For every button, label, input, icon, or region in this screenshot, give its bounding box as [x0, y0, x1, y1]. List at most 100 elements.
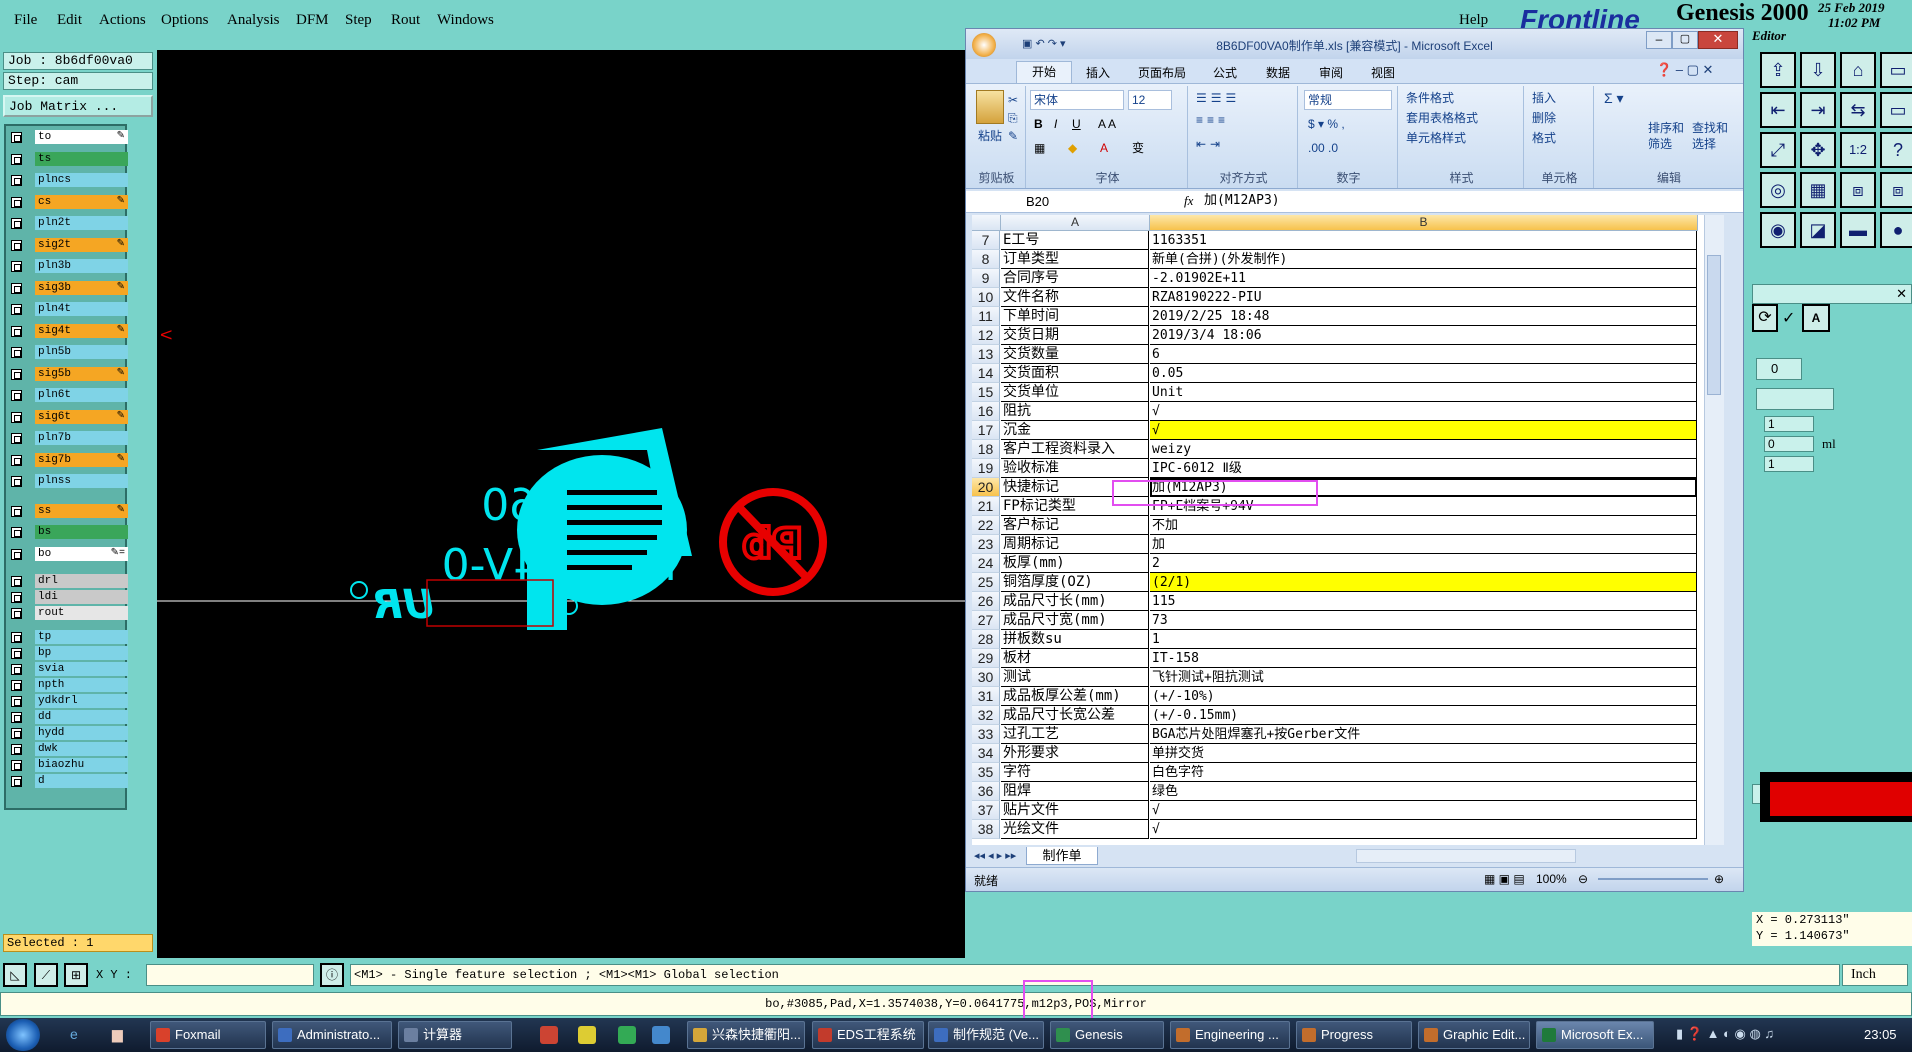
- cell-value[interactable]: 1: [1150, 630, 1697, 649]
- refresh-icon[interactable]: ⟳: [1752, 304, 1778, 332]
- quicklaunch-icon[interactable]: [540, 1026, 558, 1044]
- layer-row-sig5b[interactable]: sig5b ✎: [9, 366, 128, 382]
- taskbar-item[interactable]: Foxmail: [150, 1021, 266, 1049]
- tool-icon[interactable]: ⧈: [1880, 172, 1912, 208]
- layer-row-pln7b[interactable]: pln7b: [9, 430, 128, 446]
- layer-name[interactable]: drl: [35, 574, 128, 588]
- cell-value[interactable]: 加: [1150, 535, 1697, 554]
- layer-checkbox[interactable]: [11, 304, 22, 315]
- cell-value[interactable]: -2.01902E+11: [1150, 269, 1697, 288]
- horizontal-scrollbar[interactable]: [1356, 849, 1576, 863]
- layer-row-svia[interactable]: svia: [9, 661, 128, 677]
- param-field-2[interactable]: 0: [1764, 436, 1814, 452]
- cell-value[interactable]: 0.05: [1150, 364, 1697, 383]
- layer-checkbox[interactable]: [11, 664, 22, 675]
- row-number[interactable]: 14: [972, 364, 1000, 383]
- quicklaunch-icon[interactable]: [618, 1026, 636, 1044]
- row-number[interactable]: 31: [972, 687, 1000, 706]
- layer-name[interactable]: pln5b: [35, 345, 128, 359]
- autosum-icon[interactable]: Σ ▾: [1604, 90, 1624, 106]
- layer-name[interactable]: d: [35, 774, 128, 788]
- tool-icon[interactable]: ⇤: [1760, 92, 1796, 128]
- taskbar-item[interactable]: Engineering ...: [1170, 1021, 1290, 1049]
- phonetic-icon[interactable]: 变: [1132, 140, 1144, 156]
- paste-label[interactable]: 粘贴: [978, 128, 1002, 144]
- row-number[interactable]: 13: [972, 345, 1000, 364]
- layer-name[interactable]: sig3b ✎: [35, 280, 128, 295]
- layer-row-pln3b[interactable]: pln3b: [9, 258, 128, 274]
- cell-value[interactable]: 单拼交货: [1150, 744, 1697, 763]
- layer-row-bp[interactable]: bp: [9, 645, 128, 661]
- cell-value[interactable]: 115: [1150, 592, 1697, 611]
- tab-view[interactable]: 视图: [1371, 64, 1395, 81]
- menu-dfm[interactable]: DFM: [296, 12, 329, 29]
- font-size-select[interactable]: 12: [1128, 90, 1172, 110]
- row-number[interactable]: 22: [972, 516, 1000, 535]
- border-icon[interactable]: ▦: [1034, 140, 1045, 156]
- tab-insert[interactable]: 插入: [1086, 64, 1110, 81]
- param-field-3[interactable]: 1: [1764, 456, 1814, 472]
- layer-checkbox[interactable]: [11, 347, 22, 358]
- cell-value[interactable]: 2019/3/4 18:06: [1150, 326, 1697, 345]
- menu-actions[interactable]: Actions: [99, 12, 146, 29]
- row-number[interactable]: 16: [972, 402, 1000, 421]
- layer-row-dwk[interactable]: dwk: [9, 741, 128, 757]
- find-select-button[interactable]: 查找和 选择: [1692, 120, 1728, 152]
- cell-label[interactable]: 贴片文件: [1001, 801, 1149, 820]
- cell-label[interactable]: 过孔工艺: [1001, 725, 1149, 744]
- column-header-a[interactable]: A: [1001, 215, 1150, 231]
- cell-label[interactable]: 客户标记: [1001, 516, 1149, 535]
- layer-checkbox[interactable]: [11, 153, 22, 165]
- layer-checkbox[interactable]: [11, 175, 22, 186]
- taskbar-item[interactable]: Administrato...: [272, 1021, 392, 1049]
- layer-checkbox[interactable]: [11, 433, 22, 444]
- layer-checkbox[interactable]: [11, 696, 22, 707]
- layer-name[interactable]: bs: [35, 525, 128, 539]
- taskbar-item[interactable]: Microsoft Ex...: [1536, 1021, 1654, 1049]
- column-header-b[interactable]: B: [1150, 215, 1698, 231]
- start-button[interactable]: [6, 1019, 40, 1051]
- layer-checkbox[interactable]: [11, 632, 22, 643]
- layer-name[interactable]: plncs: [35, 173, 128, 187]
- layer-checkbox[interactable]: [11, 476, 22, 487]
- cell-label[interactable]: 阻抗: [1001, 402, 1149, 421]
- layer-name[interactable]: sig5b ✎: [35, 366, 128, 381]
- insert-button[interactable]: 插入: [1532, 90, 1556, 106]
- layer-row-d[interactable]: d: [9, 773, 128, 789]
- xy-input[interactable]: [146, 964, 314, 986]
- layer-name[interactable]: sig2t ✎: [35, 237, 128, 252]
- help-icon[interactable]: ❓ – ▢ ✕: [1656, 62, 1713, 78]
- corner-header[interactable]: [972, 215, 1001, 231]
- row-number[interactable]: 34: [972, 744, 1000, 763]
- snap-icon[interactable]: ◺: [3, 963, 27, 987]
- row-number[interactable]: 21: [972, 497, 1000, 516]
- layer-row-pln6t[interactable]: pln6t: [9, 387, 128, 403]
- cell-label[interactable]: 成品尺寸长(mm): [1001, 592, 1149, 611]
- cell-value[interactable]: IPC-6012 Ⅱ级: [1150, 459, 1697, 478]
- cell-label[interactable]: 交货日期: [1001, 326, 1149, 345]
- format-painter-icon[interactable]: ✎: [1008, 128, 1018, 144]
- layer-checkbox[interactable]: [11, 680, 22, 691]
- cell-label[interactable]: 下单时间: [1001, 307, 1149, 326]
- cell-label[interactable]: 客户工程资料录入: [1001, 440, 1149, 459]
- graphic-canvas[interactable]: E204460 M12 94V-0 B V UR Pb: [157, 50, 965, 958]
- layer-row-sig4t[interactable]: sig4t ✎: [9, 323, 128, 339]
- view-icons[interactable]: ▦ ▣ ▤: [1484, 872, 1525, 886]
- cell-value[interactable]: (+/-0.15mm): [1150, 706, 1697, 725]
- row-number[interactable]: 37: [972, 801, 1000, 820]
- tool-icon[interactable]: ▦: [1800, 172, 1836, 208]
- tool-icon[interactable]: ✥: [1800, 132, 1836, 168]
- zoom-slider[interactable]: [1598, 878, 1708, 880]
- menu-step[interactable]: Step: [345, 12, 372, 29]
- cell-style-button[interactable]: 单元格样式: [1406, 130, 1466, 146]
- tool-icon[interactable]: ●: [1880, 212, 1912, 248]
- layer-name[interactable]: ydkdrl: [35, 694, 128, 708]
- cell-value[interactable]: √: [1150, 402, 1697, 421]
- cell-label[interactable]: 光绘文件: [1001, 820, 1149, 839]
- layer-name[interactable]: plnss: [35, 474, 128, 488]
- layer-row-ss[interactable]: ss ✎: [9, 503, 128, 519]
- tool-icon[interactable]: ⌂: [1840, 52, 1876, 88]
- row-number[interactable]: 12: [972, 326, 1000, 345]
- job-matrix-button[interactable]: Job Matrix ...: [3, 95, 153, 117]
- layer-name[interactable]: pln2t: [35, 216, 128, 230]
